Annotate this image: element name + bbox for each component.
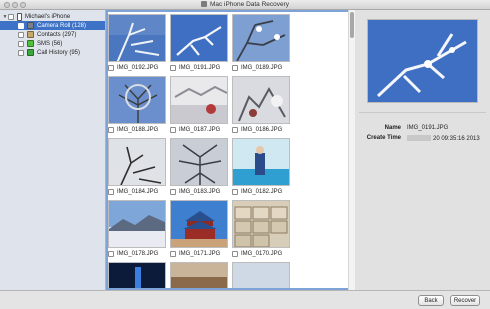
photo-thumbnail[interactable] [108,76,166,124]
photo-filename: IMG_0170.JPG [241,251,283,257]
recover-button[interactable]: Recover [450,295,480,306]
photo-filename: IMG_0183.JPG [179,189,221,195]
photo-checkbox[interactable] [170,127,176,133]
photo-checkbox[interactable] [108,65,114,71]
window-title: Mac iPhone Data Recovery [209,1,290,8]
sidebar-item-camera-roll[interactable]: Camera Roll (128) [0,21,105,30]
divider [359,112,486,113]
photo-filename: IMG_0178.JPG [117,251,159,257]
back-button[interactable]: Back [418,295,444,306]
sms-icon [27,40,34,47]
photo-thumbnail[interactable] [170,76,228,124]
sms-checkbox[interactable] [18,40,24,47]
photo-thumbnail[interactable] [108,200,166,248]
photo-thumbnail[interactable] [108,14,166,62]
photo-checkbox[interactable] [232,189,238,195]
sidebar: ▼ Michael's iPhone Camera Roll (128) Con… [0,10,106,290]
sidebar-item-contacts[interactable]: Contacts (297) [0,30,105,39]
iphone-icon [17,12,22,21]
contacts-checkbox[interactable] [18,31,24,38]
photo-checkbox[interactable] [232,127,238,133]
device-row[interactable]: ▼ Michael's iPhone [2,12,105,21]
sidebar-item-call-history[interactable]: Call History (95) [0,48,105,57]
photo-filename: IMG_0184.JPG [117,189,159,195]
photo-filename: IMG_0186.JPG [241,127,283,133]
photo-checkbox[interactable] [232,65,238,71]
sidebar-item-sms[interactable]: SMS (56) [0,39,105,48]
sidebar-item-label: SMS (56) [37,40,63,47]
scroll-thumb[interactable] [350,12,354,38]
photo-checkbox[interactable] [108,127,114,133]
photo-filename: IMG_0171.JPG [179,251,221,257]
photo-thumbnail[interactable] [170,138,228,186]
device-label: Michael's iPhone [25,13,71,20]
name-value: IMG_0191.JPG [407,125,449,131]
photo-thumbnail[interactable] [232,76,290,124]
photo-thumbnail[interactable] [232,14,290,62]
camera-roll-checkbox[interactable] [18,22,24,29]
grid-scrollbar[interactable] [348,10,355,290]
photo-thumbnail[interactable] [232,200,290,248]
sidebar-item-label: Camera Roll (128) [37,22,87,29]
photo-thumbnail[interactable] [232,262,290,288]
camera-icon [27,22,34,29]
create-time-value: 20 09:35:16 2013 [433,136,480,142]
photo-thumbnail[interactable] [170,200,228,248]
photo-checkbox[interactable] [170,65,176,71]
photo-checkbox[interactable] [108,189,114,195]
photo-thumbnail[interactable] [170,14,228,62]
contacts-icon [27,31,34,38]
photo-preview [367,19,478,103]
name-label: Name [384,125,401,131]
photo-checkbox[interactable] [232,251,238,257]
redacted-block [407,135,431,141]
photo-grid: IMG_0192.JPG IMG_0191.JPG IMG_0189.JPG I… [106,10,355,290]
call-history-checkbox[interactable] [18,49,24,56]
photo-checkbox[interactable] [170,189,176,195]
detail-panel: Name IMG_0191.JPG Create Time 20 09:35:1… [355,10,490,290]
photo-thumbnail[interactable] [108,138,166,186]
photo-thumbnail[interactable] [232,138,290,186]
call-history-icon [27,49,34,56]
sidebar-item-label: Call History (95) [37,49,81,56]
bottom-bar: Back Recover [0,290,490,309]
photo-filename: IMG_0187.JPG [179,127,221,133]
photo-checkbox[interactable] [108,251,114,257]
create-time-label: Create Time [366,135,401,141]
photo-filename: IMG_0191.JPG [179,65,221,71]
photo-thumbnail[interactable] [170,262,228,288]
title-bar: Mac iPhone Data Recovery [0,0,490,10]
photo-filename: IMG_0192.JPG [117,65,159,71]
photo-filename: IMG_0189.JPG [241,65,283,71]
app-icon [200,1,207,7]
photo-filename: IMG_0182.JPG [241,189,283,195]
device-checkbox[interactable] [8,13,14,20]
photo-thumbnail[interactable] [108,262,166,288]
photo-filename: IMG_0188.JPG [117,127,159,133]
sidebar-item-label: Contacts (297) [37,31,77,38]
photo-checkbox[interactable] [170,251,176,257]
